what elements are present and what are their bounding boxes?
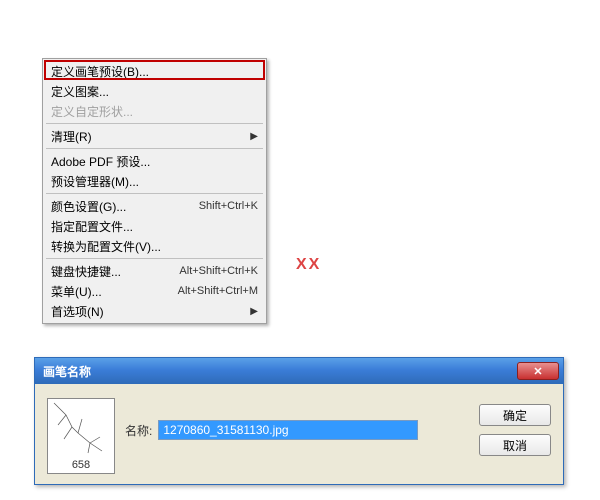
menu-item[interactable]: 定义画笔预设(B)... bbox=[45, 61, 264, 81]
menu-item-label: 定义画笔预设(B)... bbox=[51, 63, 258, 80]
brush-preview-image bbox=[48, 399, 114, 457]
menu-item-label: 定义自定形状... bbox=[51, 103, 258, 120]
dialog-body: 658 名称: 确定 取消 bbox=[35, 384, 563, 484]
menu-item[interactable]: 定义图案... bbox=[45, 81, 264, 101]
submenu-arrow-icon: ▶ bbox=[250, 306, 258, 317]
menu-item-label: 转换为配置文件(V)... bbox=[51, 238, 258, 255]
menu-item[interactable]: Adobe PDF 预设... bbox=[45, 151, 264, 171]
menu-separator bbox=[46, 193, 263, 194]
submenu-arrow-icon: ▶ bbox=[250, 131, 258, 142]
dialog-title: 画笔名称 bbox=[43, 363, 517, 380]
menu-item[interactable]: 清理(R)▶ bbox=[45, 126, 264, 146]
name-input[interactable] bbox=[158, 420, 418, 440]
menu-item-label: 菜单(U)... bbox=[51, 283, 178, 300]
menu-item-shortcut: Alt+Shift+Ctrl+M bbox=[178, 285, 258, 297]
brush-preview-size: 658 bbox=[48, 457, 114, 473]
menu-item-label: 清理(R) bbox=[51, 128, 258, 145]
menu-item-label: 指定配置文件... bbox=[51, 218, 258, 235]
menu-item[interactable]: 菜单(U)...Alt+Shift+Ctrl+M bbox=[45, 281, 264, 301]
edit-menu: 定义画笔预设(B)...定义图案...定义自定形状...清理(R)▶Adobe … bbox=[42, 58, 267, 324]
menu-item-shortcut: Shift+Ctrl+K bbox=[199, 200, 258, 212]
brush-name-dialog: 画笔名称 ✕ 658 名称: 确定 取消 bbox=[34, 357, 564, 485]
menu-item[interactable]: 颜色设置(G)...Shift+Ctrl+K bbox=[45, 196, 264, 216]
menu-separator bbox=[46, 123, 263, 124]
ok-button[interactable]: 确定 bbox=[479, 404, 551, 426]
menu-separator bbox=[46, 258, 263, 259]
menu-item-label: 颜色设置(G)... bbox=[51, 198, 199, 215]
name-label: 名称: bbox=[125, 422, 152, 439]
menu-item-label: 定义图案... bbox=[51, 83, 258, 100]
close-button[interactable]: ✕ bbox=[517, 362, 559, 380]
menu-separator bbox=[46, 148, 263, 149]
dialog-titlebar: 画笔名称 ✕ bbox=[35, 358, 563, 384]
menu-item[interactable]: 预设管理器(M)... bbox=[45, 171, 264, 191]
menu-item: 定义自定形状... bbox=[45, 101, 264, 121]
menu-item-shortcut: Alt+Shift+Ctrl+K bbox=[179, 265, 258, 277]
menu-item-label: 首选项(N) bbox=[51, 303, 258, 320]
brush-preview: 658 bbox=[47, 398, 115, 474]
menu-item[interactable]: 键盘快捷键...Alt+Shift+Ctrl+K bbox=[45, 261, 264, 281]
annotation-xx: XX bbox=[296, 256, 321, 274]
menu-item-label: 键盘快捷键... bbox=[51, 263, 179, 280]
menu-item-label: Adobe PDF 预设... bbox=[51, 153, 258, 170]
cancel-button[interactable]: 取消 bbox=[479, 434, 551, 456]
close-icon: ✕ bbox=[533, 365, 542, 378]
menu-item[interactable]: 首选项(N)▶ bbox=[45, 301, 264, 321]
dialog-buttons: 确定 取消 bbox=[479, 404, 551, 456]
menu-item[interactable]: 转换为配置文件(V)... bbox=[45, 236, 264, 256]
menu-item[interactable]: 指定配置文件... bbox=[45, 216, 264, 236]
menu-item-label: 预设管理器(M)... bbox=[51, 173, 258, 190]
name-row: 名称: bbox=[125, 420, 418, 440]
